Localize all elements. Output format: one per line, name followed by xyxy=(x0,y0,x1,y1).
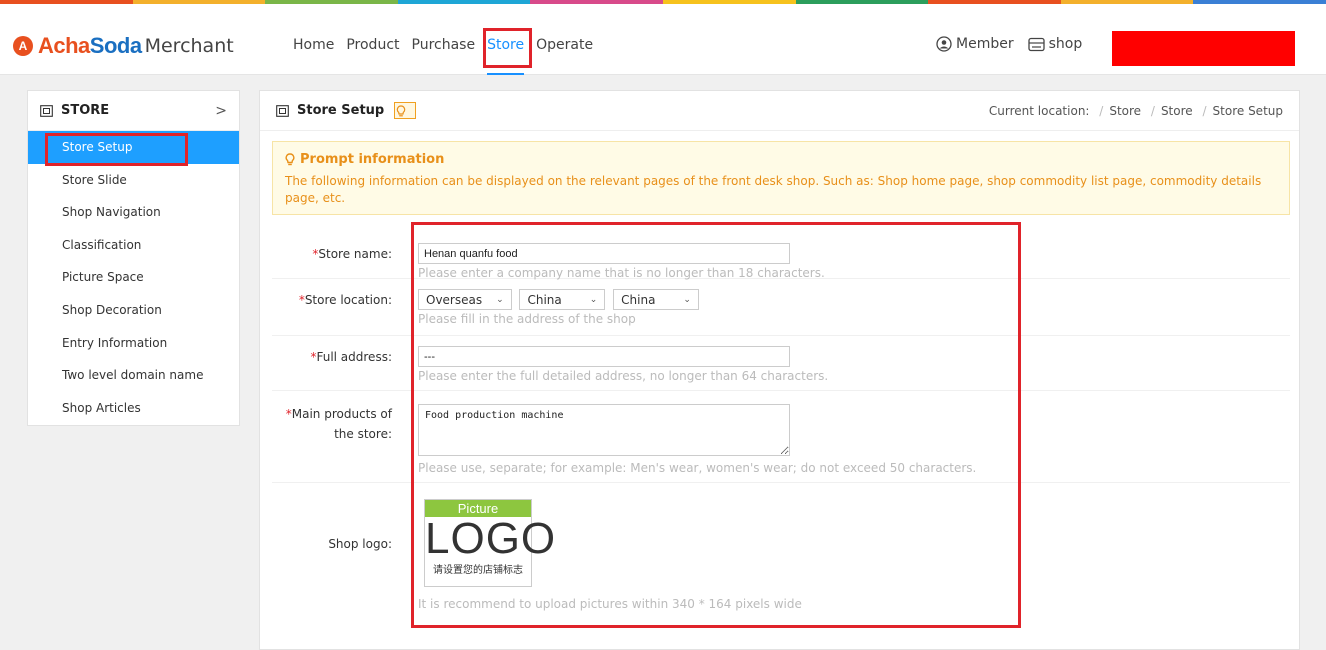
nav-operate[interactable]: Operate xyxy=(530,4,599,75)
sidebar-item-store-slide[interactable]: Store Slide xyxy=(28,164,239,197)
chevron-right-icon[interactable]: > xyxy=(215,103,227,119)
store-location-label: *Store location: xyxy=(298,293,392,307)
brand-suffix: Merchant xyxy=(144,35,234,57)
nav-purchase[interactable]: Purchase xyxy=(406,4,482,75)
city-select[interactable]: China ⌄ xyxy=(613,289,699,310)
sidebar-item-classification[interactable]: Classification xyxy=(28,229,239,262)
full-address-input[interactable] xyxy=(418,346,790,367)
store-setup-form: *Store name: Please enter a company name… xyxy=(260,222,1299,628)
main-nav: Home Product Purchase Store Operate xyxy=(287,4,599,75)
member-link[interactable]: Member xyxy=(936,36,1014,52)
highlight-box xyxy=(45,133,188,166)
chevron-down-icon: ⌄ xyxy=(683,294,691,305)
shop-logo-label: Shop logo: xyxy=(328,537,392,551)
tip-toggle-button[interactable] xyxy=(394,102,417,119)
sidebar-menu: Store Setup Store Slide Shop Navigation … xyxy=(28,131,239,424)
main-products-hint: Please use, separate; for example: Men's… xyxy=(418,461,977,475)
sidebar-item-two-level-domain[interactable]: Two level domain name xyxy=(28,359,239,392)
sidebar-item-shop-decoration[interactable]: Shop Decoration xyxy=(28,294,239,327)
main-products-textarea[interactable]: Food production machine xyxy=(418,404,790,456)
sidebar: STORE > Store Setup Store Slide Shop Nav… xyxy=(27,90,240,426)
sidebar-header[interactable]: STORE > xyxy=(28,91,239,131)
country-select[interactable]: Overseas ⌄ xyxy=(418,289,512,310)
shop-logo-hint: It is recommend to upload pictures withi… xyxy=(418,597,802,611)
main-products-row: *Main products of the store: Food product… xyxy=(272,391,1290,483)
prompt-info-box: Prompt information The following informa… xyxy=(272,141,1290,215)
sidebar-item-shop-articles[interactable]: Shop Articles xyxy=(28,392,239,425)
province-select[interactable]: China ⌄ xyxy=(519,289,606,310)
store-name-hint: Please enter a company name that is no l… xyxy=(418,266,825,280)
member-label: Member xyxy=(956,36,1014,52)
top-header: A AchaSoda Merchant Home Product Purchas… xyxy=(0,4,1326,75)
main-products-label: *Main products of the store: xyxy=(285,407,392,441)
nav-home[interactable]: Home xyxy=(287,4,340,75)
main-panel: Store Setup Current location: / Store / St… xyxy=(259,90,1300,650)
prompt-text: The following information can be display… xyxy=(285,174,1262,205)
full-address-hint: Please enter the full detailed address, … xyxy=(418,369,829,383)
breadcrumb-prefix: Current location: xyxy=(988,103,1090,118)
store-location-row: *Store location: Overseas ⌄ China ⌄ China ⌄… xyxy=(272,279,1290,336)
store-icon xyxy=(276,104,289,117)
sidebar-item-shop-navigation[interactable]: Shop Navigation xyxy=(28,196,239,229)
store-location-hint: Please fill in the address of the shop xyxy=(418,312,636,326)
chevron-down-icon: ⌄ xyxy=(589,294,598,305)
logo-placeholder-text: LOGO xyxy=(425,514,557,563)
page-title-text: Store Setup xyxy=(297,103,385,118)
lightbulb-icon xyxy=(396,104,406,116)
shop-logo-upload[interactable]: Picture LOGO 请设置您的店铺标志 xyxy=(424,499,557,587)
full-address-row: *Full address: Please enter the full det… xyxy=(272,336,1290,391)
breadcrumb-item[interactable]: Store Setup xyxy=(1213,104,1283,118)
page-title: Store Setup xyxy=(276,102,417,119)
shop-icon xyxy=(1027,37,1045,51)
prompt-title: Prompt information xyxy=(285,152,1277,167)
prompt-title-text: Prompt information xyxy=(300,152,445,167)
highlight-box xyxy=(483,28,533,68)
sidebar-title: STORE xyxy=(61,103,110,118)
brand-name: AchaSoda xyxy=(38,33,142,58)
main-header: Store Setup Current location: / Store / St… xyxy=(260,91,1299,131)
logo-placeholder-caption: 请设置您的店铺标志 xyxy=(433,565,523,576)
redacted-area xyxy=(1112,31,1295,66)
brand-logo[interactable]: A AchaSoda Merchant xyxy=(13,33,234,59)
shop-logo-row: Shop logo: Picture LOGO 请设置您的店铺标志 It is … xyxy=(272,483,1290,623)
member-icon xyxy=(936,36,952,52)
chevron-down-icon: ⌄ xyxy=(496,294,504,305)
lightbulb-icon xyxy=(285,153,295,166)
store-name-label: *Store name: xyxy=(312,247,392,261)
shop-link[interactable]: shop xyxy=(1027,36,1083,52)
brand-badge-icon: A xyxy=(13,36,33,56)
breadcrumb: Current location: / Store / Store / Store S… xyxy=(988,103,1283,118)
store-name-row: *Store name: Please enter a company name… xyxy=(272,223,1290,280)
shop-label: shop xyxy=(1048,36,1083,52)
sidebar-item-entry-information[interactable]: Entry Information xyxy=(28,327,239,360)
breadcrumb-item[interactable]: Store xyxy=(1161,104,1193,118)
sidebar-item-picture-space[interactable]: Picture Space xyxy=(28,261,239,294)
nav-product[interactable]: Product xyxy=(340,4,405,75)
breadcrumb-item[interactable]: Store xyxy=(1109,104,1141,118)
store-name-input[interactable] xyxy=(418,243,790,264)
store-icon xyxy=(40,104,53,117)
nav-store[interactable]: Store xyxy=(481,4,533,75)
full-address-label: *Full address: xyxy=(310,350,392,364)
sidebar-item-store-setup[interactable]: Store Setup xyxy=(28,131,239,166)
